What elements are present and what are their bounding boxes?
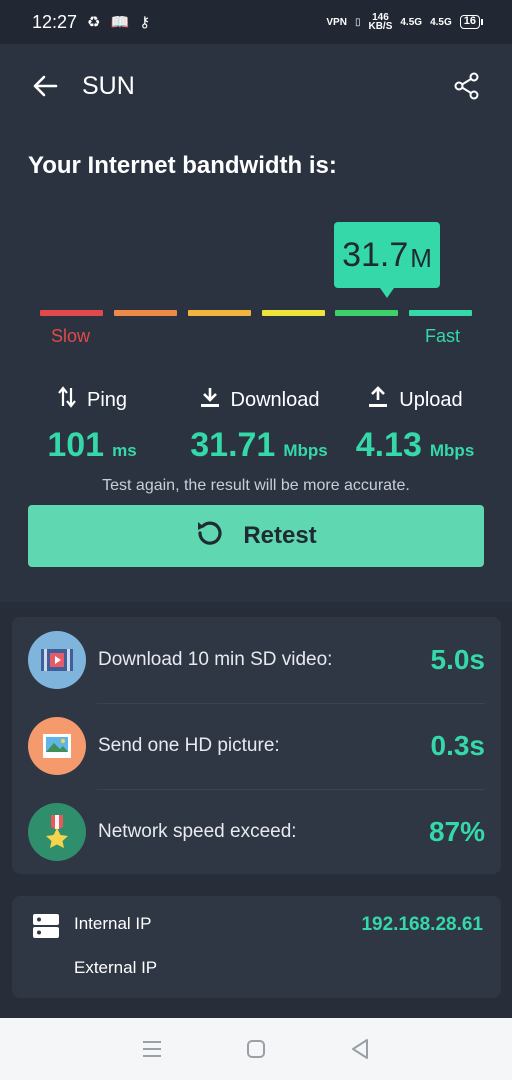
- bandwidth-heading: Your Internet bandwidth is:: [28, 152, 337, 179]
- vibrate-icon: ▯: [354, 16, 361, 28]
- page-title: SUN: [82, 71, 135, 100]
- speed-segment-5: [335, 310, 398, 316]
- app-bar: SUN: [0, 44, 512, 128]
- ping-unit: ms: [112, 441, 137, 460]
- share-icon[interactable]: [450, 69, 484, 103]
- speed-result-card: Your Internet bandwidth is: 31.7 M Slow F…: [0, 128, 512, 602]
- internal-ip-label: Internal IP: [74, 914, 152, 933]
- refresh-icon: [195, 518, 225, 555]
- medal-icon: [28, 803, 86, 861]
- retest-hint: Test again, the result will be more accu…: [102, 477, 410, 494]
- back-arrow-icon[interactable]: [28, 69, 62, 103]
- list-item: Download 10 min SD video: 5.0s: [12, 617, 501, 703]
- download-label: Download: [230, 388, 320, 411]
- system-nav-bar: [0, 1018, 512, 1080]
- info-value: 0.3s: [430, 730, 486, 761]
- bandwidth-value-bubble: 31.7 M: [334, 222, 440, 298]
- info-value: 87%: [428, 816, 485, 847]
- info-value: 5.0s: [430, 644, 486, 675]
- net-speed: 146 KB/S: [368, 12, 393, 32]
- battery-icon: 16: [459, 15, 484, 29]
- status-bar: 12:27 ♻ 📖 ⚷ VPN ▯ 146 KB/S 4.5G 4.5G 16: [0, 0, 512, 44]
- vpn-icon: VPN: [326, 16, 347, 28]
- picture-icon: [28, 717, 86, 775]
- server-icon: [32, 912, 60, 945]
- download-unit: Mbps: [283, 441, 328, 460]
- list-item: Send one HD picture: 0.3s: [12, 703, 501, 789]
- bandwidth-unit: M: [410, 242, 432, 273]
- menu-nav-icon[interactable]: [137, 1034, 167, 1064]
- ping-metric: Ping 101 ms: [40, 386, 144, 465]
- fast-label: Fast: [425, 326, 461, 346]
- retest-button[interactable]: Retest: [28, 505, 484, 567]
- list-item: Network speed exceed: 87%: [12, 789, 501, 875]
- speed-segment-4: [262, 310, 325, 316]
- upload-label: Upload: [399, 388, 463, 411]
- info-label: Download 10 min SD video:: [98, 649, 333, 670]
- external-ip-label: External IP: [74, 958, 158, 977]
- upload-metric: Upload 4.13 Mbps: [352, 386, 478, 465]
- status-time: 12:27: [32, 11, 78, 32]
- home-nav-icon[interactable]: [241, 1034, 271, 1064]
- sim2-signal: 4.5G: [430, 16, 452, 28]
- download-metric: Download 31.71 Mbps: [182, 386, 336, 465]
- speed-segment-1: [40, 310, 103, 316]
- estimates-card: Download 10 min SD video: 5.0s Send one …: [12, 617, 501, 874]
- retest-label: Retest: [243, 522, 317, 549]
- upload-unit: Mbps: [429, 441, 475, 460]
- internal-ip-value: 192.168.28.61: [361, 914, 483, 935]
- sync-icon: ♻: [87, 14, 101, 31]
- upload-value: 4.13: [355, 426, 422, 464]
- video-icon: [28, 631, 86, 689]
- ip-card: Internal IP 192.168.28.61 External IP: [12, 896, 501, 998]
- speed-segment-2: [114, 310, 177, 316]
- back-nav-icon[interactable]: [345, 1034, 375, 1064]
- ping-icon: [57, 386, 77, 414]
- info-label: Send one HD picture:: [98, 735, 280, 756]
- download-value: 31.71: [190, 426, 276, 464]
- speed-segment-3: [188, 310, 251, 316]
- book-icon: 📖: [110, 14, 130, 31]
- bandwidth-value: 31.7: [342, 235, 409, 274]
- upload-icon: [367, 386, 389, 414]
- download-icon: [199, 386, 221, 414]
- ping-value: 101: [47, 426, 105, 464]
- sim1-signal: 4.5G: [400, 16, 423, 28]
- key-icon: ⚷: [139, 14, 151, 31]
- ping-label: Ping: [86, 388, 128, 411]
- speed-segment-6: [409, 310, 472, 316]
- slow-label: Slow: [51, 326, 91, 346]
- info-label: Network speed exceed:: [98, 821, 297, 842]
